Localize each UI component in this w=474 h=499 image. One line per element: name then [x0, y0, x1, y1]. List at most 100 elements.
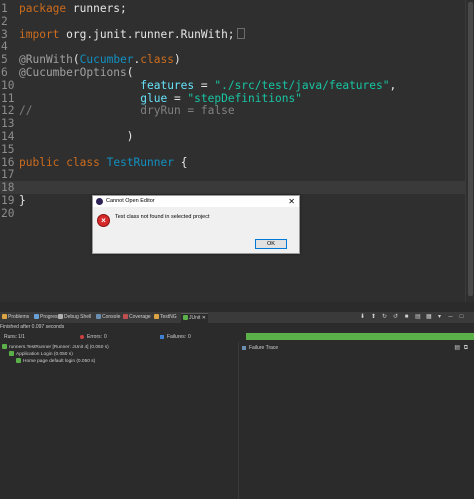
- junit-icon: [183, 315, 188, 320]
- code-text: features = "./src/test/java/features",: [140, 78, 397, 92]
- line-number: 15: [1, 142, 15, 156]
- failures-label: Failures:: [167, 334, 187, 340]
- code-line[interactable]: 3 import org.junit.runner.RunWith;: [0, 27, 466, 41]
- toolbar-action-icon[interactable]: ▦: [426, 314, 432, 320]
- test-tree[interactable]: runners.TestRunner [Runner: JUnit 4] (0.…: [0, 344, 238, 404]
- tab-label: TestNG: [160, 314, 177, 320]
- close-tab-icon[interactable]: ✕: [200, 315, 206, 321]
- line-number: 1: [1, 2, 8, 15]
- toolbar-action-icon[interactable]: ↻: [382, 314, 387, 320]
- line-number: 18: [1, 181, 15, 195]
- line-number: 10: [1, 78, 15, 92]
- test-passed-icon: [16, 358, 21, 363]
- tab-debug-shell[interactable]: Debug Shell: [58, 313, 91, 322]
- coverage-icon: [123, 314, 128, 319]
- code-text: public class TestRunner {: [19, 155, 188, 169]
- test-progress-bar: [246, 333, 474, 340]
- code-text: ): [19, 130, 134, 143]
- line-number: 11: [1, 91, 15, 105]
- line-number: 16: [1, 155, 15, 169]
- dialog-titlebar[interactable]: Cannot Open Editor ✕: [93, 196, 299, 207]
- debug-shell-icon: [58, 314, 63, 319]
- test-item-label: Home page default login (0.050 s): [23, 359, 96, 364]
- line-number: 17: [1, 168, 15, 182]
- code-line[interactable]: 5 @RunWith(Cucumber.class): [0, 53, 466, 66]
- filter-icon[interactable]: ▤: [454, 344, 460, 353]
- code-text: @RunWith(Cucumber.class): [19, 53, 181, 67]
- problems-icon: [2, 314, 7, 319]
- editor-scrollbar[interactable]: [465, 0, 474, 302]
- panel-divider[interactable]: [238, 342, 239, 499]
- tab-label: JUnit: [189, 315, 201, 321]
- status-text: Finished after 0.097 seconds: [0, 324, 65, 330]
- code-line[interactable]: 10 features = "./src/test/java/features"…: [0, 79, 466, 92]
- toolbar-action-icon[interactable]: ⬆: [371, 314, 376, 320]
- code-line[interactable]: 18: [0, 181, 466, 195]
- tab-junit[interactable]: JUnit ✕: [181, 313, 208, 323]
- eclipse-icon: [96, 198, 103, 205]
- code-text: import org.junit.runner.RunWith;: [19, 27, 245, 41]
- failure-trace-label: Failure Trace: [249, 345, 279, 351]
- tab-label: Problems: [8, 314, 30, 320]
- test-tree-item[interactable]: Home page default login (0.050 s): [16, 358, 95, 365]
- ok-button[interactable]: OK: [255, 239, 287, 249]
- cannot-open-editor-dialog: Cannot Open Editor ✕ × Test class not fo…: [92, 195, 300, 254]
- test-tree-item[interactable]: runners.TestRunner [Runner: JUnit 4] (0.…: [2, 344, 109, 351]
- toolbar-action-icon[interactable]: □: [459, 314, 464, 320]
- line-number: 2: [1, 14, 8, 28]
- runs-label: Runs:: [4, 334, 18, 340]
- code-line[interactable]: 16 public class TestRunner {: [0, 156, 466, 169]
- tab-label: Coverage: [129, 314, 151, 320]
- test-passed-icon: [9, 351, 14, 356]
- code-line[interactable]: 11 glue = "stepDefinitions": [0, 92, 466, 105]
- tab-label: Progress: [40, 314, 61, 320]
- code-line[interactable]: 17: [0, 168, 466, 181]
- views-tab-bar: Problems Progress Debug Shell Console Covera…: [0, 312, 474, 323]
- code-line[interactable]: 12 // dryRun = false: [0, 104, 466, 117]
- toolbar-action-icon[interactable]: ─: [448, 314, 453, 320]
- junit-status: Finished after 0.097 seconds: [0, 323, 474, 331]
- toolbar-action-icon[interactable]: ⬇: [360, 314, 365, 320]
- progress-icon: [34, 314, 39, 319]
- tab-coverage[interactable]: Coverage: [123, 313, 151, 322]
- line-number: 13: [1, 117, 15, 131]
- code-line[interactable]: 6 @CucumberOptions(: [0, 66, 466, 79]
- console-icon: [96, 314, 101, 319]
- tab-testng[interactable]: TestNG: [154, 313, 177, 322]
- test-tree-item[interactable]: Application Login (0.050 s): [9, 351, 73, 358]
- tab-console[interactable]: Console: [96, 313, 120, 322]
- toolbar-action-icon[interactable]: ↺: [393, 314, 398, 320]
- tab-problems[interactable]: Problems: [2, 313, 29, 322]
- line-number: 5: [1, 53, 8, 67]
- dialog-title: Cannot Open Editor: [106, 198, 155, 204]
- test-passed-icon: [2, 344, 7, 349]
- runs-value: 1/1: [18, 334, 25, 340]
- toolbar-action-icon[interactable]: ▾: [437, 314, 442, 320]
- tab-label: Debug Shell: [64, 314, 92, 320]
- code-line[interactable]: 4: [0, 40, 466, 53]
- code-line[interactable]: 2: [0, 15, 466, 28]
- stack-trace-icon: [242, 344, 247, 350]
- code-text: @CucumberOptions(: [19, 66, 134, 79]
- code-text: glue = "stepDefinitions": [140, 91, 302, 105]
- line-number: 14: [1, 130, 15, 143]
- scrollbar-thumb[interactable]: [468, 2, 473, 296]
- code-editor[interactable]: 1 package runners; 2 3 import org.junit.runn…: [0, 0, 474, 302]
- line-number: 6: [1, 66, 8, 79]
- tab-progress[interactable]: Progress: [34, 313, 60, 322]
- code-line[interactable]: 13: [0, 117, 466, 130]
- code-line[interactable]: 1 package runners;: [0, 2, 466, 15]
- line-number: 20: [1, 206, 15, 220]
- code-line[interactable]: 14 ): [0, 130, 466, 143]
- compare-icon[interactable]: ⧉: [464, 344, 468, 353]
- fold-marker-icon[interactable]: [236, 27, 245, 39]
- toolbar-action-icon[interactable]: ■: [404, 314, 409, 320]
- code-line[interactable]: 15: [0, 143, 466, 156]
- tab-label: Console: [102, 314, 121, 320]
- toolbar-action-icon[interactable]: ▤: [415, 314, 421, 320]
- testng-icon: [154, 314, 159, 319]
- close-icon[interactable]: ✕: [288, 196, 295, 207]
- failure-trace-header: Failure Trace ▤ ⧉: [240, 344, 474, 353]
- error-icon: ×: [97, 214, 110, 227]
- test-item-label: runners.TestRunner [Runner: JUnit 4] (0.…: [9, 345, 109, 350]
